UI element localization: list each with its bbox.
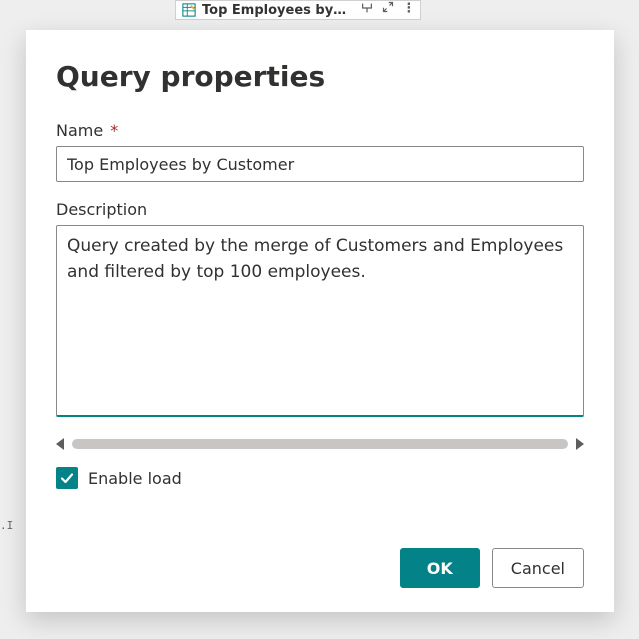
branch-icon [360,1,374,19]
name-input[interactable] [56,146,584,182]
scroll-track[interactable] [72,439,568,449]
description-field-label: Description [56,200,584,219]
name-field-label: Name * [56,121,584,140]
enable-load-checkbox[interactable] [56,467,78,489]
scroll-left-arrow-icon[interactable] [56,438,64,450]
required-marker: * [110,121,118,140]
ok-button[interactable]: OK [400,548,480,588]
expand-icon [382,1,394,19]
more-icon: ⋮ [402,1,414,19]
dialog-button-row: OK Cancel [56,548,584,588]
horizontal-scrollbar[interactable] [56,435,584,453]
query-table-icon [182,3,196,17]
background-tab-title: Top Employees by… [202,3,346,18]
cancel-button[interactable]: Cancel [492,548,584,588]
background-code-snippet: .I [0,519,13,532]
tab-action-icons: ⋮ [360,1,414,19]
name-label-text: Name [56,121,103,140]
enable-load-row: Enable load [56,467,584,489]
query-properties-dialog: Query properties Name * Description Quer… [26,30,614,612]
dialog-title: Query properties [56,60,584,93]
checkmark-icon [59,470,75,486]
enable-load-label[interactable]: Enable load [88,469,182,488]
description-textarea[interactable]: Query created by the merge of Customers … [56,225,584,417]
scroll-right-arrow-icon[interactable] [576,438,584,450]
background-query-tab: Top Employees by… ⋮ [175,0,421,20]
